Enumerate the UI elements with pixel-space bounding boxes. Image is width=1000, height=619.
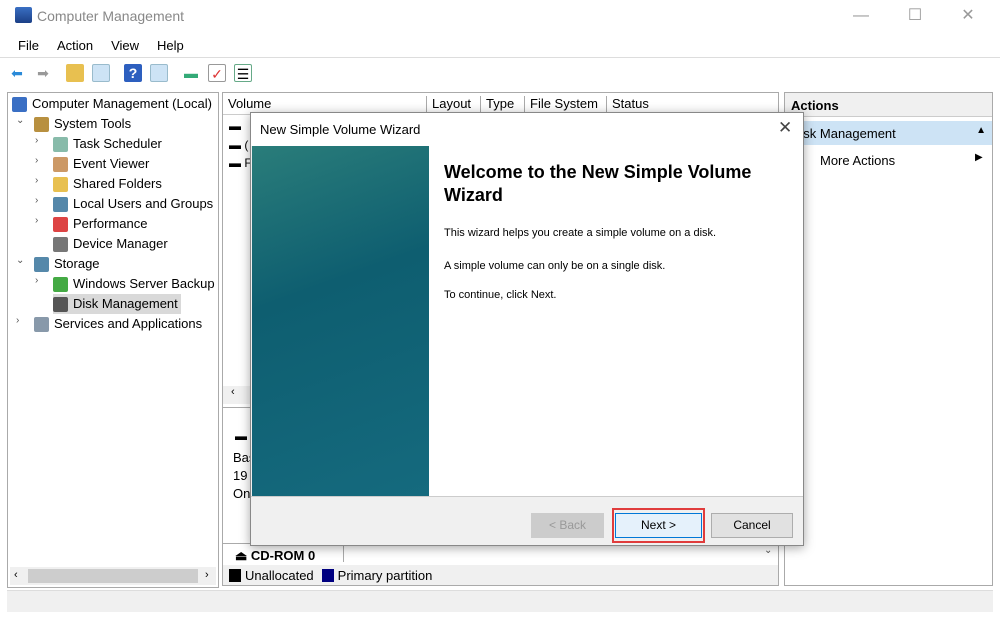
cdrom-row[interactable]: ⏏ CD-ROM 0 [235, 548, 315, 564]
navigation-tree: Computer Management (Local) ⌄ System Tool… [7, 92, 219, 588]
volume-row[interactable]: ▬ [229, 119, 241, 133]
tree-item-label: Task Scheduler [73, 136, 162, 151]
chevron-right-icon: ▶ [975, 152, 983, 163]
tree-item[interactable]: Event Viewer [53, 154, 149, 174]
tree-item-icon [53, 236, 68, 252]
maximize-button[interactable]: ☐ [895, 4, 935, 28]
tree-item-label: Windows Server Backup [73, 276, 215, 291]
toolbar: ⬅ ➡ ? ▬ ✓ ☰ [8, 60, 252, 86]
tree-item[interactable]: Performance [53, 214, 147, 234]
action-pane-icon[interactable] [150, 64, 168, 82]
menu-help[interactable]: Help [157, 38, 184, 53]
wizard-heading: Welcome to the New Simple Volume Wizard [444, 162, 752, 205]
tree-item[interactable]: Storage [34, 254, 100, 274]
chevron-right-icon[interactable]: › [16, 315, 19, 326]
tree-item-icon [53, 276, 68, 292]
help-icon[interactable]: ? [124, 64, 142, 82]
chevron-right-icon[interactable]: › [35, 175, 38, 186]
scrollbar-thumb[interactable] [28, 569, 198, 583]
tree-item-icon [53, 136, 68, 152]
tree-label: Computer Management (Local) [32, 96, 212, 111]
chevron-right-icon[interactable]: › [35, 215, 38, 226]
tree-item-label: Disk Management [73, 296, 178, 311]
tree-item[interactable]: System Tools [34, 114, 131, 134]
tree-item-label: Services and Applications [54, 316, 203, 331]
forward-arrow-icon[interactable]: ➡ [34, 64, 52, 82]
back-button[interactable]: < Back [531, 513, 604, 538]
tree-root[interactable]: Computer Management (Local) [12, 94, 212, 114]
tree-item-icon [34, 116, 49, 132]
tree-item-icon [53, 296, 68, 312]
actions-section-disk-management[interactable]: Disk Management ▲ [785, 121, 992, 145]
horizontal-scrollbar[interactable]: ‹ › [10, 567, 216, 585]
tree-item[interactable]: Windows Server Backup [53, 274, 215, 294]
chevron-down-icon[interactable]: ⌄ [16, 255, 24, 266]
tree-item[interactable]: Local Users and Groups [53, 194, 213, 214]
tree-item-label: Shared Folders [73, 176, 162, 191]
primary-swatch [321, 568, 334, 582]
legend-primary: Primary partition [337, 567, 433, 583]
tree-item-label: Storage [54, 256, 100, 271]
window-title: Computer Management [37, 8, 185, 24]
tree-item-icon [53, 156, 68, 172]
tree-item-icon [53, 216, 68, 232]
actions-pane: Actions Disk Management ▲ More Actions ▶ [784, 92, 993, 586]
tree-item-label: Device Manager [73, 236, 168, 251]
wizard-text-2: A simple volume can only be on a single … [444, 260, 666, 272]
list-icon[interactable]: ☰ [234, 64, 252, 82]
wizard-text-3: To continue, click Next. [444, 289, 557, 301]
tree-item[interactable]: Services and Applications [34, 314, 202, 334]
tree-item-icon [53, 196, 68, 212]
chevron-right-icon[interactable]: › [35, 155, 38, 166]
minimize-button[interactable]: — [841, 4, 881, 28]
wizard-dialog: New Simple Volume Wizard ✕ Welcome to th… [250, 112, 804, 546]
tree-item[interactable]: Shared Folders [53, 174, 162, 194]
chevron-right-icon[interactable]: › [35, 275, 38, 286]
up-folder-icon[interactable] [66, 64, 84, 82]
menu-view[interactable]: View [111, 38, 139, 53]
dialog-close-icon[interactable]: ✕ [778, 118, 792, 138]
wizard-text-1: This wizard helps you create a simple vo… [444, 227, 717, 239]
tree-item-label: Event Viewer [73, 156, 150, 171]
tree-item-label: Performance [73, 216, 148, 231]
scroll-left-button[interactable]: ‹ [223, 386, 253, 404]
legend-unallocated: Unallocated [245, 567, 314, 583]
tree-item-label: Local Users and Groups [73, 196, 214, 211]
properties-icon[interactable]: ✓ [208, 64, 226, 82]
volume-row[interactable]: ▬ F [229, 156, 252, 170]
next-button[interactable]: Next > [615, 513, 702, 538]
chevron-right-icon[interactable]: › [35, 135, 38, 146]
menu-file[interactable]: File [18, 38, 39, 53]
tree-item-icon [34, 316, 49, 332]
computer-management-icon [15, 7, 32, 23]
unallocated-swatch [229, 568, 241, 582]
more-actions[interactable]: More Actions [820, 153, 895, 168]
disk-icon: ▬ [235, 429, 247, 443]
tree-item-label: System Tools [54, 116, 132, 131]
status-bar [7, 590, 993, 612]
legend: Unallocated Primary partition [223, 565, 778, 585]
cancel-button[interactable]: Cancel [711, 513, 793, 538]
menu-action[interactable]: Action [57, 38, 93, 53]
dialog-title: New Simple Volume Wizard [260, 122, 421, 137]
close-button[interactable]: ✕ [948, 4, 988, 28]
actions-header: Actions [785, 93, 992, 117]
chevron-down-icon[interactable]: ⌄ [16, 115, 24, 126]
computer-icon [12, 96, 27, 112]
connect-icon[interactable]: ▬ [182, 64, 200, 82]
chevron-right-icon[interactable]: › [35, 195, 38, 206]
menu-bar: File Action View Help [18, 38, 202, 53]
tree-item-icon [53, 176, 68, 192]
tree-item[interactable]: Task Scheduler [53, 134, 162, 154]
wizard-banner-image [252, 146, 429, 496]
tree-item[interactable]: Disk Management [53, 294, 181, 314]
tree-item-icon [34, 256, 49, 272]
volume-row[interactable]: ▬ ( [229, 138, 248, 152]
chevron-down-icon[interactable]: ⌄ [764, 545, 772, 556]
back-arrow-icon[interactable]: ⬅ [8, 64, 26, 82]
tree-item[interactable]: Device Manager [53, 234, 168, 254]
show-hide-tree-icon[interactable] [92, 64, 110, 82]
